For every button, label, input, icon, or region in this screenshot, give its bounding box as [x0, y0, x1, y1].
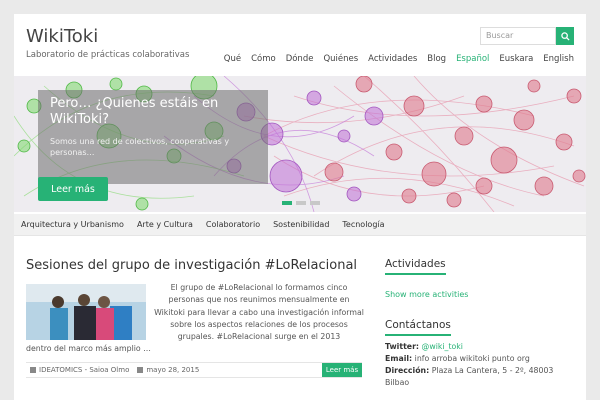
nav-item-espanol[interactable]: Español [456, 54, 489, 64]
slider-dot-2[interactable] [296, 201, 306, 205]
nav-item-actividades[interactable]: Actividades [368, 54, 417, 64]
activities-widget-title: Actividades [385, 258, 446, 275]
post-excerpt-tail: dentro del marco más amplio … [26, 344, 151, 353]
contact-info: Twitter: @wiki_toki Email: info arroba w… [385, 341, 575, 389]
site-title[interactable]: WikiToki [26, 26, 98, 47]
post-read-more-button[interactable]: Leer más [322, 363, 362, 377]
twitter-label: Twitter: [385, 342, 420, 351]
show-more-activities-link[interactable]: Show more activities [385, 290, 468, 299]
hero-text: Somos una red de colectivos, cooperativa… [50, 137, 230, 157]
slider-dots [282, 201, 320, 205]
page: WikiToki Laboratorio de prácticas colabo… [14, 14, 586, 400]
category-sostenibilidad[interactable]: Sostenibilidad [273, 220, 329, 229]
twitter-link[interactable]: @wiki_toki [422, 342, 463, 351]
hero-caption: Pero… ¿Quienes estáis en WikiToki? Somos… [38, 90, 268, 184]
people-photo-image [26, 284, 146, 340]
nav-item-como[interactable]: Cómo [251, 54, 276, 64]
post-title[interactable]: Sesiones del grupo de investigación #LoR… [26, 258, 357, 273]
email-label: Email: [385, 354, 413, 363]
search-input[interactable]: Buscar [480, 27, 556, 45]
post-excerpt: El grupo de #LoRelacional lo formamos ci… [154, 283, 364, 342]
post-thumbnail[interactable] [26, 284, 146, 340]
hero-read-more-button[interactable]: Leer más [38, 177, 108, 201]
user-icon [30, 367, 36, 373]
search-icon [560, 31, 570, 41]
hero-slider[interactable]: Pero… ¿Quienes estáis en WikiToki? Somos… [14, 76, 586, 212]
contact-widget-title: Contáctanos [385, 319, 451, 336]
post-date[interactable]: mayo 28, 2015 [146, 366, 199, 374]
main-nav: Qué Cómo Dónde Quiénes Actividades Blog … [214, 54, 574, 64]
post-meta: IDEATOMICS - Saioa Olmo mayo 28, 2015 [26, 362, 362, 378]
slider-dot-1[interactable] [282, 201, 292, 205]
slider-dot-3[interactable] [310, 201, 320, 205]
address-label: Dirección: [385, 366, 430, 375]
calendar-icon [137, 367, 144, 373]
nav-item-english[interactable]: English [543, 54, 574, 64]
nav-item-euskara[interactable]: Euskara [499, 54, 533, 64]
category-arquitectura[interactable]: Arquitectura y Urbanismo [21, 220, 124, 229]
nav-item-blog[interactable]: Blog [427, 54, 446, 64]
email-value: info arroba wikitoki punto org [414, 354, 530, 363]
category-colaboratorio[interactable]: Colaboratorio [206, 220, 260, 229]
nav-item-quienes[interactable]: Quiénes [323, 54, 358, 64]
category-nav: Arquitectura y Urbanismo Arte y Cultura … [14, 214, 586, 236]
search-button[interactable] [556, 27, 574, 45]
nav-item-que[interactable]: Qué [224, 54, 241, 64]
category-tecnologia[interactable]: Tecnología [342, 220, 384, 229]
nav-item-donde[interactable]: Dónde [286, 54, 314, 64]
site-description: Laboratorio de prácticas colaborativas [26, 50, 190, 60]
post-author[interactable]: IDEATOMICS - Saioa Olmo [39, 366, 129, 374]
hero-title: Pero… ¿Quienes estáis en WikiToki? [50, 96, 219, 127]
category-arte[interactable]: Arte y Cultura [137, 220, 193, 229]
